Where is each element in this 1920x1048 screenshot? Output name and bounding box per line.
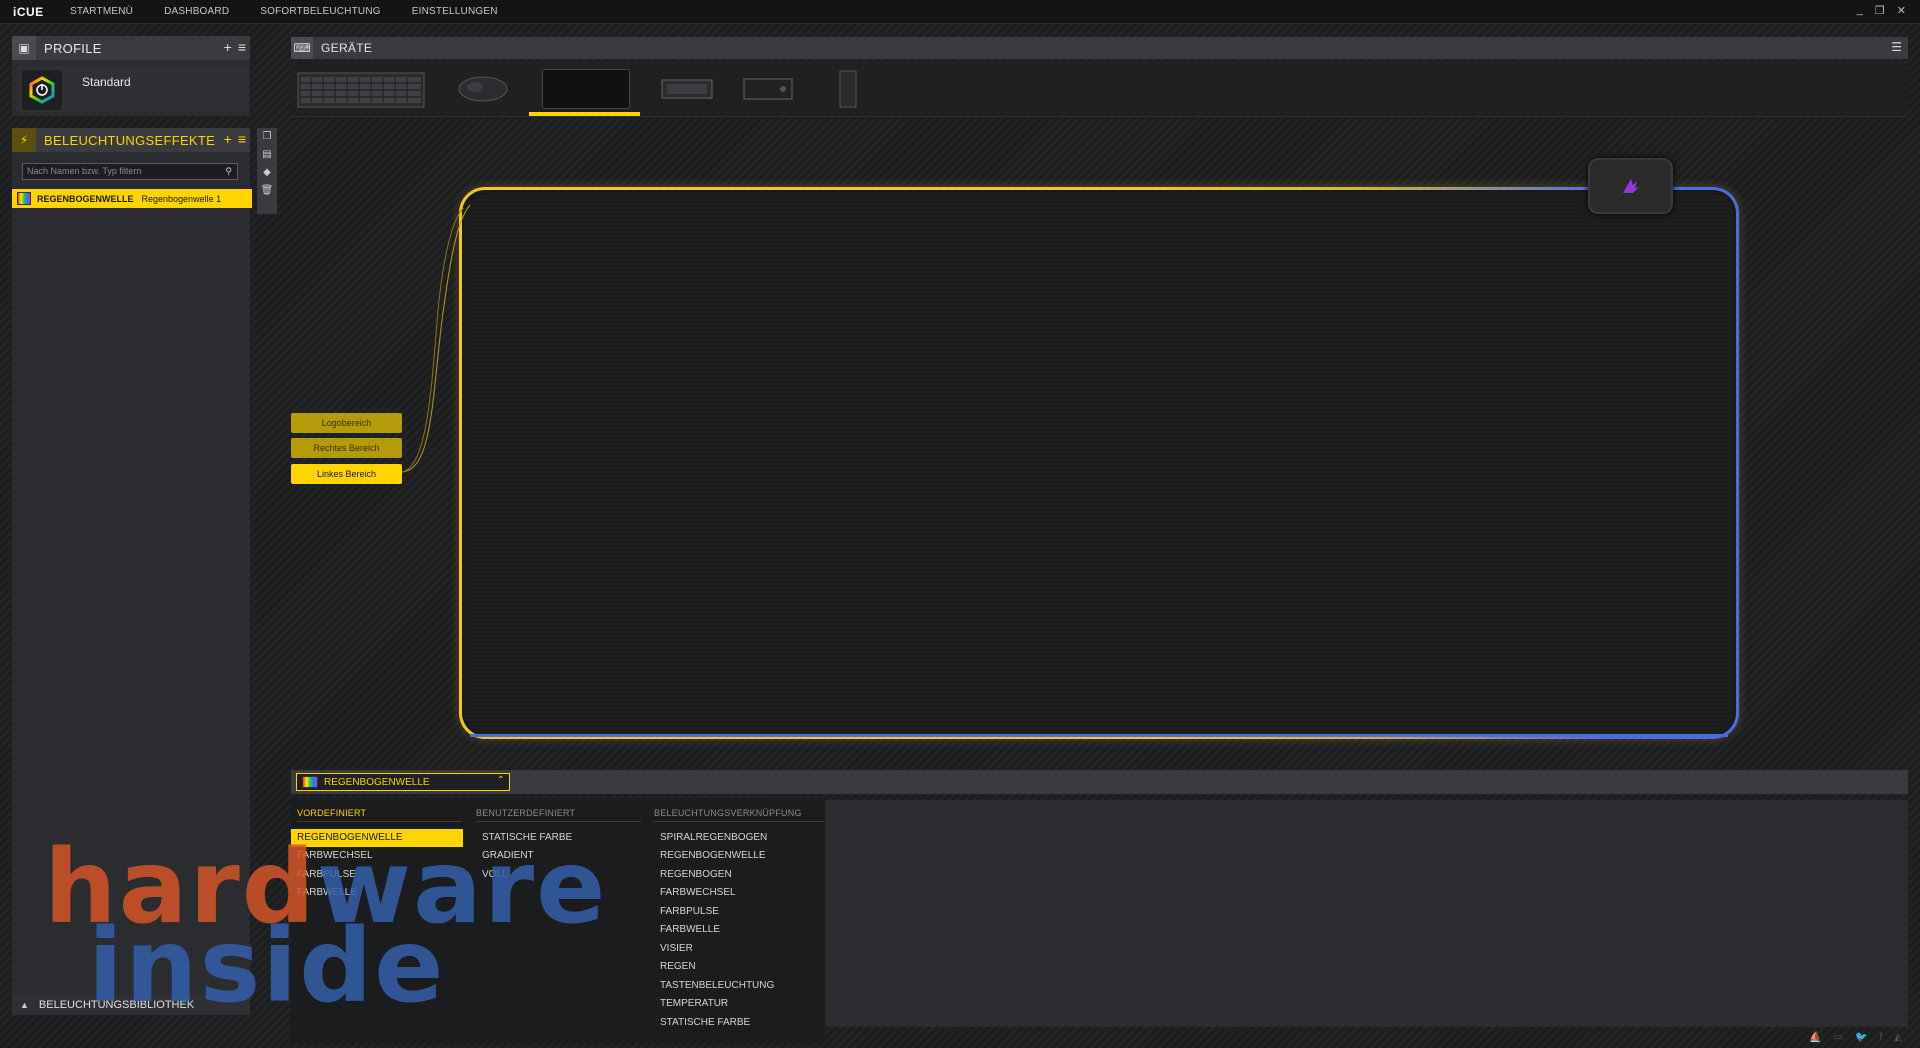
keyboard-small-icon: ⌨ [291, 37, 313, 59]
device-selected-indicator [529, 112, 640, 116]
corsair-logo-icon [1622, 179, 1639, 193]
search-icon[interactable]: ⚲ [225, 164, 232, 179]
effect-tools: ❐ ▤ ◆ 🗑 [257, 128, 277, 214]
rainbow-swatch-icon [302, 776, 318, 788]
effect-select-value: REGENBOGENWELLE [324, 776, 430, 788]
menu-item-farbwelle-link[interactable]: FARBWELLE [654, 921, 824, 939]
devices-menu-icon[interactable]: ☰ [1891, 40, 1902, 54]
menu-item-regenbogen[interactable]: REGENBOGEN [654, 866, 824, 884]
main-nav: STARTMENÜ DASHBOARD SOFORTBELEUCHTUNG EI… [70, 6, 529, 17]
move-icon[interactable]: ◆ [263, 167, 271, 178]
nav-einstellungen[interactable]: EINSTELLUNGEN [412, 6, 498, 17]
search-placeholder: Nach Namen bzw. Typ filtern [27, 166, 142, 176]
nav-startmenu[interactable]: STARTMENÜ [70, 6, 133, 17]
device-controller-box[interactable] [742, 68, 794, 110]
delete-icon[interactable]: 🗑 [261, 185, 274, 196]
copy-icon[interactable]: ❐ [263, 131, 272, 142]
profiles-title: PROFILE [44, 40, 102, 56]
title-bar: iCUE STARTMENÜ DASHBOARD SOFORTBELEUCHTU… [0, 0, 1920, 24]
nav-sofortbeleuchtung[interactable]: SOFORTBELEUCHTUNG [260, 6, 380, 17]
restore-icon[interactable]: ❐ [1875, 4, 1885, 17]
effect-item-regenbogenwelle[interactable]: REGENBOGENWELLE Regenbogenwelle 1 [12, 189, 252, 208]
mousepad-surface [465, 193, 1733, 733]
mousepad-usb-hub [1588, 158, 1673, 214]
corsair-icon[interactable]: ⛵ [1809, 1032, 1821, 1043]
profiles-icon: ▣ [12, 36, 36, 60]
devices-title: GERÄTE [321, 41, 373, 55]
nav-dashboard[interactable]: DASHBOARD [164, 6, 229, 17]
add-effect-button[interactable]: + [224, 131, 232, 147]
effect-name: Regenbogenwelle 1 [141, 193, 222, 204]
chevron-up-icon: ⌃ [496, 775, 505, 786]
column-header-custom: BENUTZERDEFINIERT [476, 808, 641, 822]
zone-left-button[interactable]: Linkes Bereich [291, 464, 402, 484]
effects-title: BELEUCHTUNGSEFFEKTE [44, 132, 216, 148]
social-links: ⛵ ▭ 🐦 f ◭ [1809, 1032, 1902, 1043]
library-icon: ▲ [20, 1000, 29, 1010]
menu-item-regenbogenwelle-link[interactable]: REGENBOGENWELLE [654, 847, 824, 865]
column-header-predefined: VORDEFINIERT [297, 808, 462, 822]
effects-header: ⚡ BELEUCHTUNGSEFFEKTE + ≡ [12, 128, 250, 152]
profiles-menu-icon[interactable]: ≡ [238, 39, 246, 55]
devices-header: ⌨ GERÄTE ☰ [291, 37, 1908, 59]
menu-item-regen[interactable]: REGEN [654, 958, 824, 976]
zone-logo-button[interactable]: Logobereich [291, 413, 402, 433]
zone-right-button[interactable]: Rechtes Bereich [291, 438, 402, 458]
minimize-icon[interactable]: _ [1857, 4, 1863, 17]
lightning-icon: ⚡ [12, 128, 36, 152]
effect-type-dropdown[interactable]: REGENBOGENWELLE ⌃ [296, 773, 510, 791]
device-mousepad[interactable] [541, 68, 631, 110]
effects-search-input[interactable]: Nach Namen bzw. Typ filtern ⚲ [22, 163, 238, 180]
profiles-header: ▣ PROFILE + ≡ [12, 36, 250, 60]
facebook-icon[interactable]: f [1880, 1032, 1883, 1043]
menu-item-farbpulse-link[interactable]: FARBPULSE [654, 903, 824, 921]
menu-item-statische-farbe-link[interactable]: STATISCHE FARBE [654, 1014, 824, 1032]
device-stand[interactable] [836, 68, 860, 110]
corsair-sail-icon[interactable]: ◭ [1894, 1032, 1902, 1043]
duplicate-icon[interactable]: ▤ [262, 149, 271, 160]
effects-menu-icon[interactable]: ≡ [238, 131, 246, 147]
device-keyboard[interactable] [296, 68, 426, 110]
window-controls: _ ❐ ✕ [1857, 4, 1906, 17]
zone-connector-lines [402, 204, 471, 473]
menu-item-visier[interactable]: VISIER [654, 940, 824, 958]
add-profile-button[interactable]: + [224, 39, 232, 55]
app-logo: iCUE [13, 5, 44, 19]
rainbow-swatch-icon [17, 192, 31, 205]
menu-item-farbwechsel-link[interactable]: FARBWECHSEL [654, 884, 824, 902]
profile-name: Standard [82, 75, 131, 89]
effect-bar [291, 770, 1908, 794]
column-header-linking: BELEUCHTUNGSVERKNÜPFUNG [654, 808, 824, 822]
profile-item-standard[interactable]: Standard [16, 66, 248, 112]
twitter-icon[interactable]: 🐦 [1855, 1032, 1867, 1043]
close-icon[interactable]: ✕ [1897, 4, 1906, 17]
mousepad-led-bottom [470, 734, 1728, 737]
icue-profile-icon [22, 70, 62, 110]
menu-item-spiralregenbogen[interactable]: SPIRALREGENBOGEN [654, 829, 824, 847]
device-gpu[interactable] [660, 68, 714, 110]
device-mouse[interactable] [453, 68, 513, 110]
chat-icon[interactable]: ▭ [1834, 1032, 1843, 1043]
effect-type: REGENBOGENWELLE [37, 193, 134, 204]
hardware-inside-watermark: hardware inside [44, 837, 607, 1017]
devices-row [291, 62, 1908, 117]
menu-item-temperatur[interactable]: TEMPERATUR [654, 995, 824, 1013]
profiles-panel: ▣ PROFILE + ≡ Standard [12, 36, 250, 116]
menu-item-tastenbeleuchtung[interactable]: TASTENBELEUCHTUNG [654, 977, 824, 995]
